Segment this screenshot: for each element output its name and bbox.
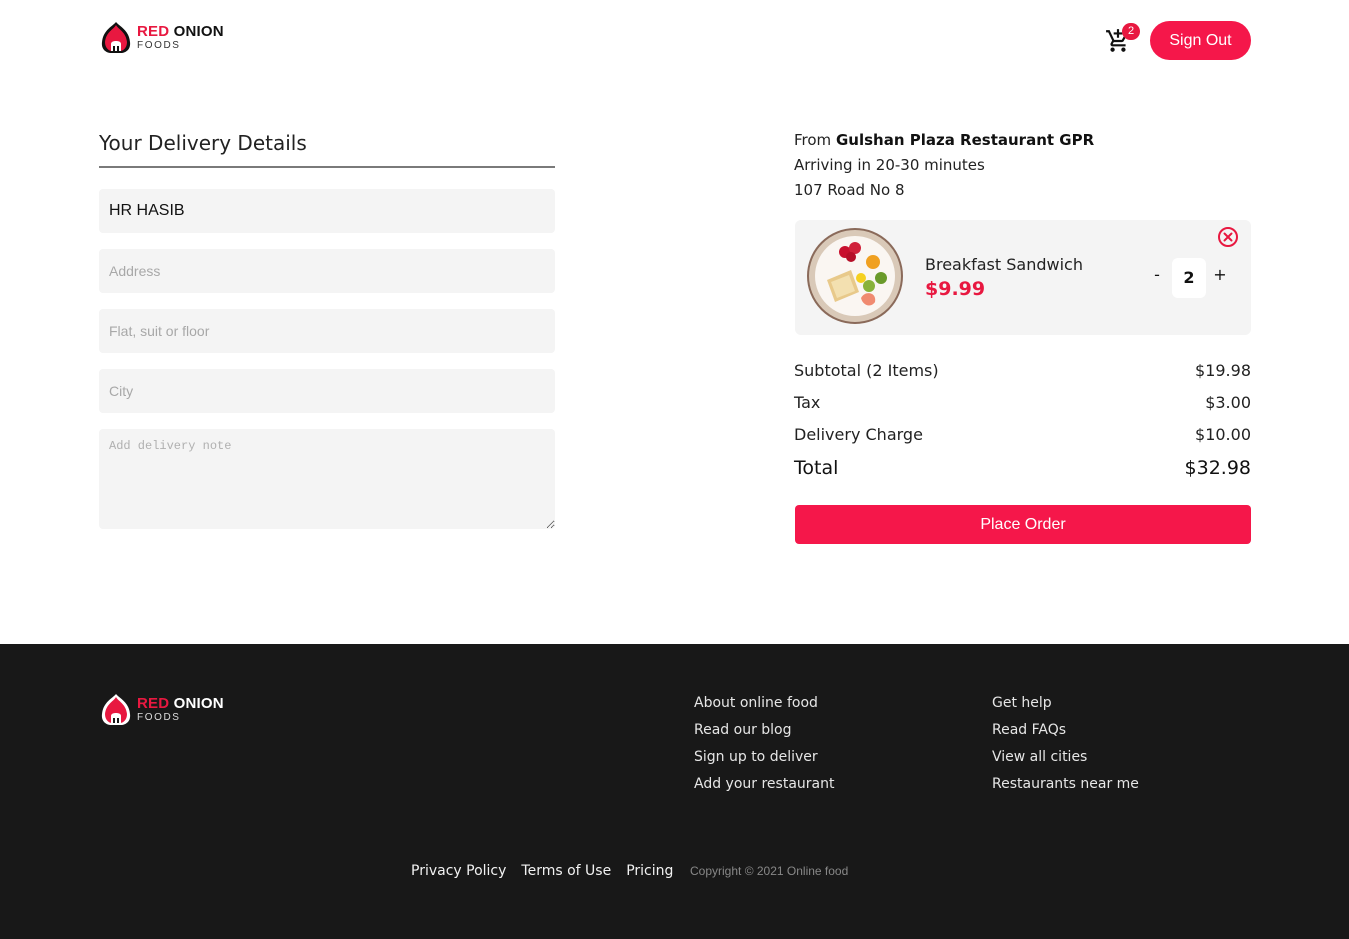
footer-link[interactable]: About online food bbox=[694, 695, 834, 722]
cart-item-card: Breakfast Sandwich $9.99 - 2 + bbox=[795, 220, 1251, 335]
cart-count-badge: 2 bbox=[1122, 23, 1140, 40]
item-price: $9.99 bbox=[925, 278, 986, 300]
terms-of-use-link[interactable]: Terms of Use bbox=[521, 863, 611, 879]
address-field[interactable] bbox=[99, 249, 555, 293]
city-field[interactable] bbox=[99, 369, 555, 413]
item-name: Breakfast Sandwich bbox=[925, 255, 1083, 274]
food-plate-image bbox=[807, 228, 903, 324]
footer-brand-logo[interactable]: RED ONION FOODS bbox=[99, 692, 224, 726]
onion-logo-icon bbox=[101, 694, 131, 725]
delivery-charge-row: Delivery Charge $10.00 bbox=[794, 425, 1251, 444]
restaurant-address: 107 Road No 8 bbox=[794, 181, 905, 199]
delivery-note-field[interactable] bbox=[99, 429, 555, 529]
footer-link[interactable]: Add your restaurant bbox=[694, 776, 834, 803]
total-label: Total bbox=[794, 457, 839, 479]
site-footer: RED ONION FOODS About online food Read o… bbox=[0, 644, 1349, 939]
onion-logo-icon bbox=[101, 22, 131, 53]
footer-link[interactable]: Read FAQs bbox=[992, 722, 1139, 749]
tax-label: Tax bbox=[794, 393, 821, 412]
footer-links-column-1: About online food Read our blog Sign up … bbox=[694, 695, 834, 803]
brand-tagline: FOODS bbox=[137, 39, 181, 51]
footer-links-column-2: Get help Read FAQs View all cities Resta… bbox=[992, 695, 1139, 803]
arrival-time: Arriving in 20-30 minutes bbox=[794, 156, 985, 174]
pricing-link[interactable]: Pricing bbox=[626, 863, 673, 879]
delivery-charge-value: $10.00 bbox=[1195, 425, 1251, 444]
delivery-details-title: Your Delivery Details bbox=[99, 131, 307, 155]
footer-link[interactable]: Get help bbox=[992, 695, 1139, 722]
copyright-text: Copyright © 2021 Online food bbox=[690, 864, 849, 878]
restaurant-name: Gulshan Plaza Restaurant GPR bbox=[835, 131, 1095, 149]
flat-field[interactable] bbox=[99, 309, 555, 353]
footer-link[interactable]: View all cities bbox=[992, 749, 1139, 776]
remove-item-icon[interactable] bbox=[1217, 226, 1239, 248]
quantity-value: 2 bbox=[1172, 258, 1206, 298]
restaurant-from: From Gulshan Plaza Restaurant GPR bbox=[794, 131, 1095, 149]
increase-quantity-button[interactable]: + bbox=[1213, 265, 1227, 284]
footer-link[interactable]: Read our blog bbox=[694, 722, 834, 749]
privacy-policy-link[interactable]: Privacy Policy bbox=[411, 863, 506, 879]
tax-row: Tax $3.00 bbox=[794, 393, 1251, 412]
brand-logo[interactable]: RED ONION FOODS bbox=[99, 20, 224, 54]
total-value: $32.98 bbox=[1184, 457, 1251, 479]
subtotal-value: $19.98 bbox=[1195, 361, 1251, 380]
subtotal-label: Subtotal (2 Items) bbox=[794, 361, 939, 380]
tax-value: $3.00 bbox=[1205, 393, 1251, 412]
delivery-charge-label: Delivery Charge bbox=[794, 425, 923, 444]
total-row: Total $32.98 bbox=[794, 457, 1251, 479]
brand-name: RED ONION bbox=[137, 22, 224, 40]
footer-link[interactable]: Restaurants near me bbox=[992, 776, 1139, 803]
subtotal-row: Subtotal (2 Items) $19.98 bbox=[794, 361, 1251, 380]
footer-brand-tagline: FOODS bbox=[137, 711, 181, 723]
sign-out-button[interactable]: Sign Out bbox=[1150, 21, 1251, 60]
name-field[interactable] bbox=[99, 189, 555, 233]
footer-link[interactable]: Sign up to deliver bbox=[694, 749, 834, 776]
decrease-quantity-button[interactable]: - bbox=[1150, 265, 1164, 284]
footer-brand-name: RED ONION bbox=[137, 694, 224, 712]
place-order-button[interactable]: Place Order bbox=[795, 505, 1251, 544]
title-divider bbox=[99, 166, 555, 168]
footer-legal-links: Privacy Policy Terms of Use Pricing bbox=[411, 863, 673, 879]
